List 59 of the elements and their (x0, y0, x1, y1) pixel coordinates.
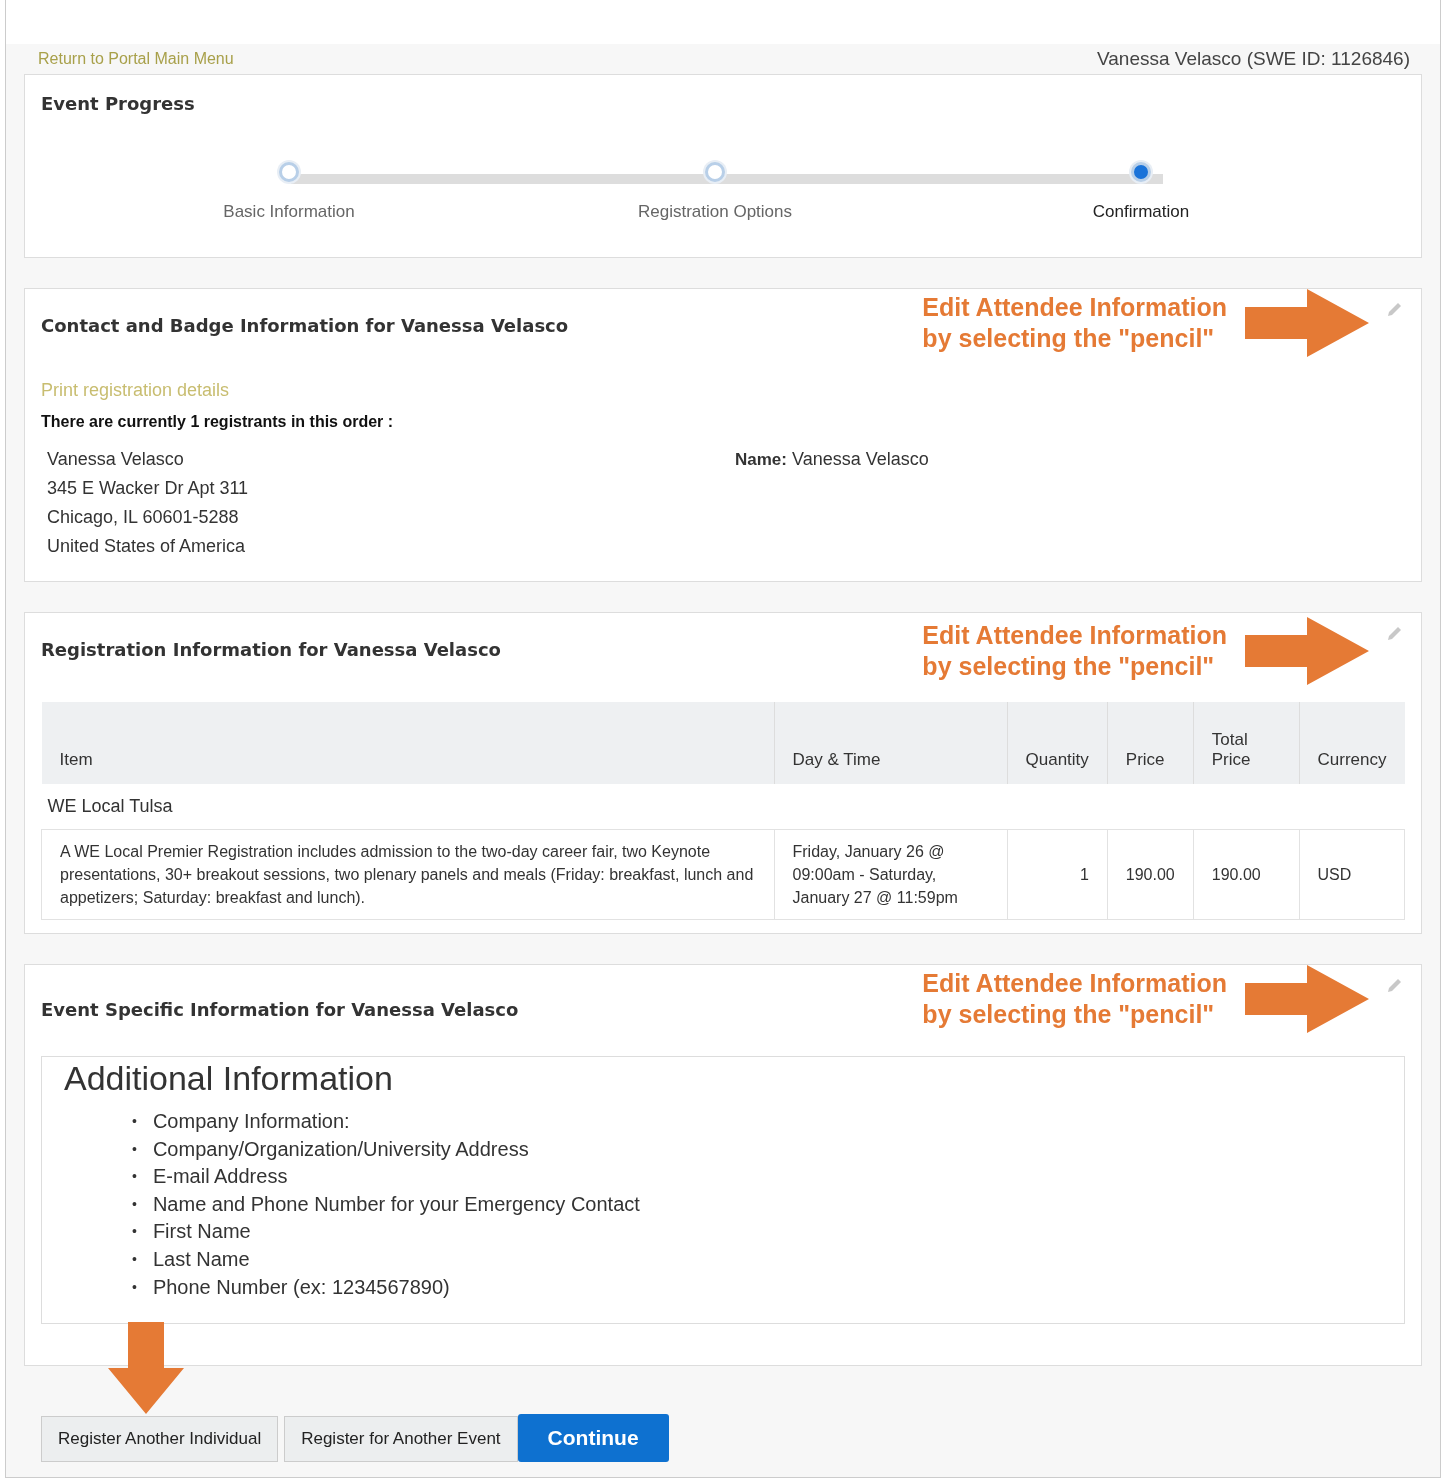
arrow-icon (1245, 289, 1369, 357)
panel-heading: Additional Information (64, 1059, 394, 1098)
column-header: Quantity (1007, 702, 1108, 784)
table-cell: 190.00 (1107, 829, 1194, 920)
step-label: Registration Options (638, 202, 792, 222)
register-button[interactable]: Register Another Individual (41, 1416, 279, 1462)
bullet: • (132, 1139, 137, 1159)
list-item: Last Name (152, 1246, 250, 1272)
column-header: Total Price (1193, 702, 1300, 784)
annotation-text: Edit Attendee Information by selecting the "pencil" (922, 968, 1227, 1030)
section-title: Event Progress (41, 93, 195, 114)
column-header: Currency (1299, 702, 1405, 784)
step-dot[interactable] (705, 162, 725, 182)
section-title: Registration Information for Vanessa Velasco (41, 639, 501, 660)
table-cell: USD (1299, 829, 1405, 920)
section-title: Contact and Badge Information for Vanessa Velasco (41, 315, 569, 336)
annotation-text: Edit Attendee Information by selecting the "pencil" (922, 620, 1227, 682)
column-header: Price (1107, 702, 1194, 784)
register-button[interactable]: Register for Another Event (284, 1416, 518, 1462)
arrow-icon (1245, 617, 1369, 685)
bullet: • (132, 1167, 137, 1187)
table-cell: 1 (1007, 829, 1108, 920)
address-line: 345 E Wacker Dr Apt 311 (47, 477, 250, 500)
address-line: Vanessa Velasco (47, 448, 185, 471)
bullet: • (132, 1112, 137, 1131)
step-dot[interactable] (1131, 162, 1151, 182)
list-item: First Name (152, 1219, 251, 1245)
address-line: Chicago, IL 60601-5288 (47, 506, 240, 529)
registrant-count: There are currently 1 registrants in this order : (41, 413, 395, 431)
pencil-icon[interactable] (1385, 625, 1403, 643)
arrow-icon (108, 1322, 184, 1414)
table-cell: Friday, January 26 @ 09:00am - Saturday, January 27 @ 11:59pm (774, 829, 1007, 920)
bullet: • (132, 1194, 137, 1214)
bullet: • (132, 1222, 137, 1242)
list-item: Company/Organization/University Address (152, 1136, 529, 1162)
address-line: United States of America (47, 535, 247, 558)
group-title: WE Local Tulsa (41, 784, 1405, 830)
column-header: Day & Time (774, 702, 1007, 784)
continue-button[interactable]: Continue (517, 1414, 669, 1462)
table-cell: A WE Local Premier Registration includes admission to the two-day career fair, two Keynote presentations, 30+ breakout sessions, two plenary panels and meals (Friday: breakfast, lunch and appetizers; Saturday: breakfast and lunch). (41, 829, 774, 920)
list-item: Company Information: (152, 1109, 350, 1134)
annotation-text: Edit Attendee Information by selecting the "pencil" (922, 292, 1227, 354)
pencil-icon[interactable] (1385, 977, 1403, 995)
column-header: Item (41, 702, 774, 784)
list-item: Name and Phone Number for your Emergency Contact (152, 1191, 640, 1217)
step-label: Basic Information (223, 202, 355, 222)
step-dot[interactable] (279, 162, 299, 182)
return-link[interactable]: Return to Portal Main Menu (38, 50, 234, 68)
bullet: • (132, 1277, 137, 1297)
bullet: • (132, 1249, 137, 1269)
user-name: Vanessa Velasco (SWE ID: 1126846) (1097, 48, 1410, 70)
pencil-icon[interactable] (1385, 301, 1403, 319)
name-field: Name: Vanessa Velasco (735, 449, 929, 561)
arrow-icon (1245, 965, 1369, 1033)
list-item: Phone Number (ex: 1234567890) (152, 1274, 450, 1300)
list-item: E-mail Address (152, 1164, 288, 1190)
section-title: Event Specific Information for Vanessa Velasco (41, 999, 519, 1020)
step-label: Confirmation (1092, 202, 1190, 222)
table-cell: 190.00 (1193, 829, 1300, 920)
